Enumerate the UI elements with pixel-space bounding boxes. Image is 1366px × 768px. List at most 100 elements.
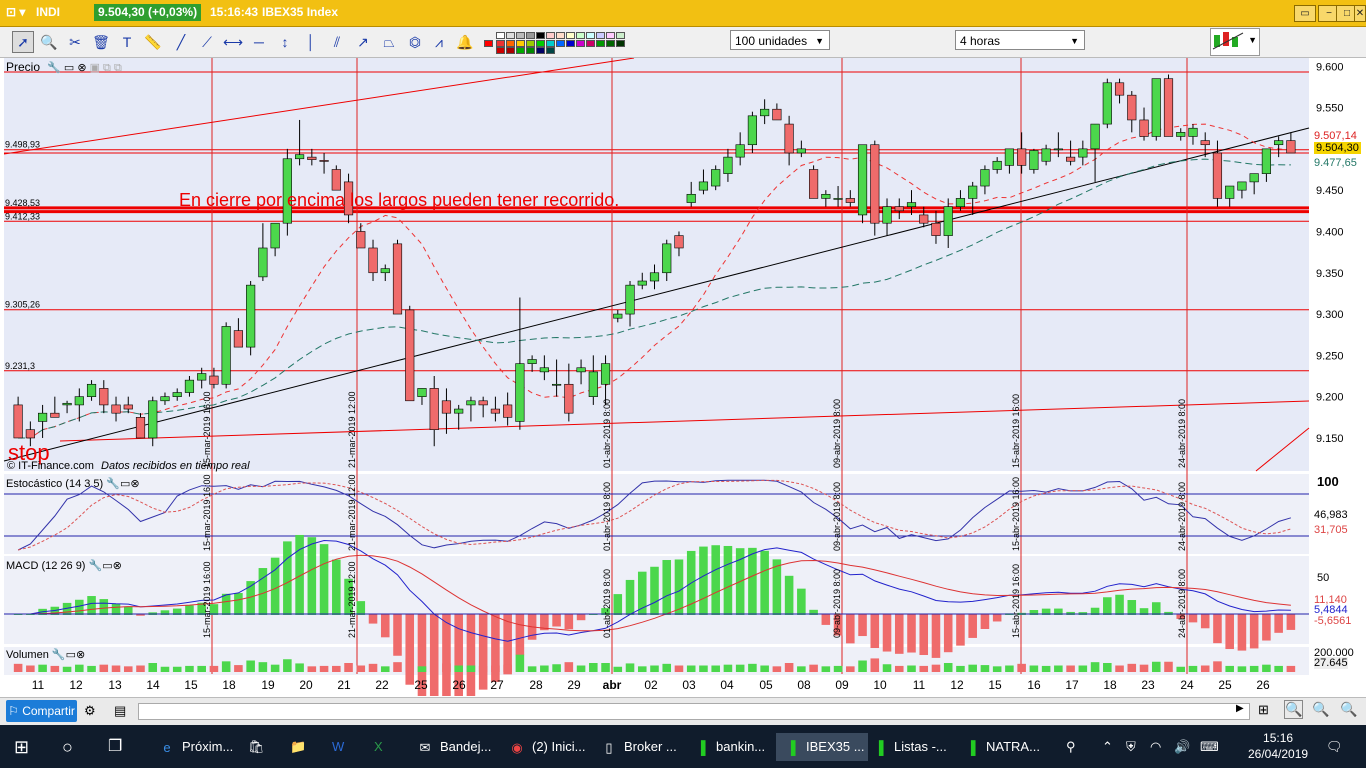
x-axis-label: 29 xyxy=(567,678,581,692)
chart-area[interactable]: 9.498,93 9.428,53 9.412,33 9.305,26 9.231,3 9… xyxy=(0,58,1366,696)
ray-tool-icon[interactable]: ⟋ xyxy=(196,31,218,53)
taskbar-ibex35[interactable]: ▐ IBEX35 ... xyxy=(776,733,868,761)
task-view-icon[interactable]: ❐ xyxy=(108,733,122,761)
candle-body xyxy=(625,284,635,315)
line-tool-icon[interactable]: ╱ xyxy=(170,31,192,53)
volume-icon[interactable]: 🔊 xyxy=(1174,733,1190,761)
session-label: 15-mar-2019 16:00 xyxy=(202,391,212,468)
fan-tool-icon[interactable]: ⏣ xyxy=(404,31,426,53)
candle-body xyxy=(1017,148,1027,166)
settings-icon[interactable]: ⚙ xyxy=(84,703,96,719)
candle-body xyxy=(564,383,574,414)
candle-body xyxy=(1274,140,1284,146)
volume-bar xyxy=(894,665,904,672)
pattern-tool-icon[interactable]: ⩘ xyxy=(428,31,450,53)
wrench-icon[interactable]: 🔧 xyxy=(106,478,120,490)
word-icon[interactable]: W xyxy=(332,733,344,761)
units-select[interactable]: 100 unidades ▼ xyxy=(730,30,830,50)
window-icon[interactable]: ▭ xyxy=(120,478,130,490)
zoom-fit-icon[interactable]: 🔍 xyxy=(1284,700,1304,719)
wrench-icon[interactable]: 🔧 xyxy=(89,560,103,572)
volume-bar xyxy=(833,665,843,672)
close-icon[interactable]: ⊗ xyxy=(76,649,85,661)
scroll-right-icon[interactable]: ▶ xyxy=(1236,703,1244,714)
taskbar-edge[interactable]: e Próxim... xyxy=(158,733,238,761)
title-bar: ⊡ ▾ INDI 9.504,30 (+0,03%) 15:16:43 IBEX… xyxy=(0,0,1366,27)
candle-body xyxy=(919,214,929,224)
window-icon[interactable]: ⊡ ▾ xyxy=(6,5,25,19)
x-axis-label: 15 xyxy=(988,678,1002,692)
hline2-tool-icon[interactable]: ─ xyxy=(248,31,270,53)
trash-icon[interactable]: 🗑 xyxy=(90,31,112,53)
macd-histogram-bar xyxy=(1249,614,1259,649)
vline-tool-icon[interactable]: ↕ xyxy=(274,31,296,53)
close-icon[interactable]: ⊗ xyxy=(113,560,122,572)
horizontal-scrollbar[interactable] xyxy=(138,703,1250,720)
zoom-icon[interactable]: 🔍 xyxy=(38,31,60,53)
cursor-icon[interactable]: ➚ xyxy=(12,31,34,53)
taskbar-chrome[interactable]: ◉ (2) Inici... xyxy=(508,733,585,761)
excel-icon[interactable]: X xyxy=(374,733,383,761)
volume-bar xyxy=(295,663,304,672)
window-icon[interactable]: ▭ xyxy=(64,62,74,74)
taskbar-mail[interactable]: ✉ Bandej... xyxy=(416,733,492,761)
close-button[interactable]: ✕ xyxy=(1354,5,1366,22)
color-palette[interactable] xyxy=(482,31,632,54)
volume-bar xyxy=(797,666,806,672)
people-icon[interactable]: ⚲ xyxy=(1066,733,1076,761)
folder-icon[interactable]: 📁 xyxy=(290,733,306,761)
session-label: 24-abr-2019 8:00 xyxy=(1177,399,1187,468)
window-icon[interactable]: ▭ xyxy=(102,560,112,572)
keyboard-icon[interactable]: ⌨ xyxy=(1200,733,1219,761)
taskbar-broker[interactable]: ▯ Broker ... xyxy=(600,733,676,761)
dup-icon[interactable]: ▣ ⧉ ⧉ xyxy=(90,62,122,74)
notification-icon[interactable]: 🗨 xyxy=(1326,733,1343,761)
crosshair-icon[interactable]: ⊞ xyxy=(1258,702,1269,718)
start-icon[interactable]: ⊞ xyxy=(14,733,29,761)
restore-icon[interactable]: ▭ xyxy=(1294,5,1316,22)
ruler-icon[interactable]: 📏 xyxy=(142,31,164,53)
taskbar-bankinter[interactable]: ▐ bankin... xyxy=(692,733,765,761)
clock[interactable]: 15:16 26/04/2019 xyxy=(1248,730,1308,762)
volume-bar xyxy=(552,664,561,672)
chart-type-button[interactable]: ▼ xyxy=(1210,28,1260,56)
arrow-tool-icon[interactable]: ↗ xyxy=(352,31,374,53)
taskbar-natra[interactable]: ▐ NATRA... xyxy=(962,733,1040,761)
candle-body xyxy=(552,383,562,386)
chevron-up-icon[interactable]: ⌃ xyxy=(1102,733,1113,761)
volume-bar xyxy=(662,663,672,672)
period-select[interactable]: 4 horas ▼ xyxy=(955,30,1085,50)
vline2-tool-icon[interactable]: │ xyxy=(300,31,322,53)
zoom-in-icon[interactable]: 🔍 xyxy=(1340,701,1357,718)
shield-icon[interactable]: ⛨ xyxy=(1126,733,1136,761)
window-icon[interactable]: ▭ xyxy=(66,649,76,661)
alert-bell-icon[interactable]: 🔔 xyxy=(454,31,476,53)
volume-bar xyxy=(38,664,47,672)
wifi-icon[interactable]: ◠ xyxy=(1150,733,1161,761)
volume-bar xyxy=(1237,666,1247,672)
candle-body xyxy=(258,247,268,278)
volume-bar xyxy=(674,665,684,672)
wrench-icon[interactable]: 🔧 xyxy=(52,649,66,661)
search-icon[interactable]: ○ xyxy=(62,733,73,761)
time-label: 15:16:43 xyxy=(210,5,259,19)
macd-histogram-bar xyxy=(1127,600,1137,615)
candle-body xyxy=(686,193,696,203)
candle-body xyxy=(466,400,476,406)
wrench-icon[interactable]: 🔧 xyxy=(47,62,61,74)
channel-tool-icon[interactable]: ⫽ xyxy=(326,31,348,53)
tools-icon[interactable]: ✂ xyxy=(64,31,86,53)
store-icon[interactable]: 🛍 xyxy=(248,733,265,761)
zoom-out-icon[interactable]: 🔍 xyxy=(1312,701,1329,718)
hline-tool-icon[interactable]: ⟷ xyxy=(222,31,244,53)
taskbar-listas[interactable]: ▐ Listas -... xyxy=(870,733,946,761)
close-icon[interactable]: ⊗ xyxy=(77,62,86,74)
macd-histogram-bar xyxy=(1188,614,1198,623)
fib-tool-icon[interactable]: ⏢ xyxy=(378,31,400,53)
list-icon[interactable]: ▤ xyxy=(114,703,126,719)
text-tool-icon[interactable]: T xyxy=(116,31,138,53)
candle-body xyxy=(148,400,158,439)
annotation-text[interactable]: En cierre por encima los largos pueden t… xyxy=(179,190,619,211)
share-button[interactable]: ⚐ Compartir xyxy=(6,700,77,722)
close-icon[interactable]: ⊗ xyxy=(130,478,139,490)
